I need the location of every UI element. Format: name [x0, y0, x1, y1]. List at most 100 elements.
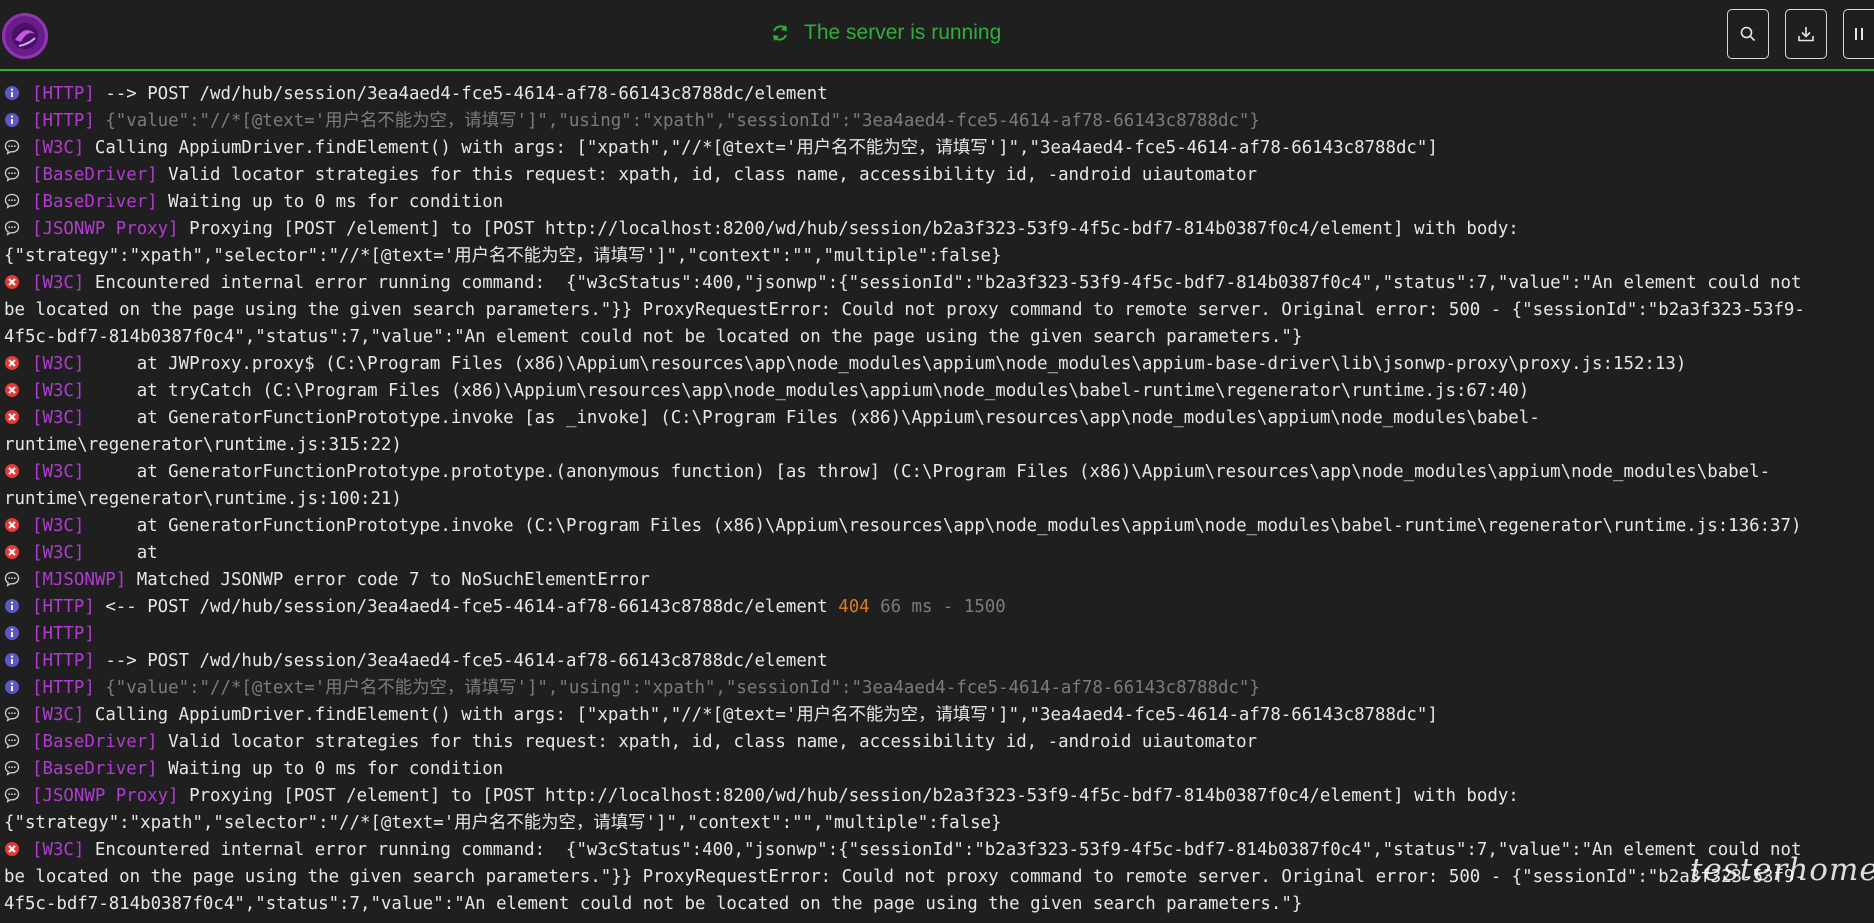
message-icon	[4, 193, 20, 209]
log-line: [HTTP]	[0, 621, 1874, 648]
info-icon	[5, 599, 19, 613]
log-tag: [HTTP]	[32, 84, 95, 104]
log-tag: [W3C]	[32, 138, 85, 158]
server-log: [HTTP] --> POST /wd/hub/session/3ea4aed4…	[0, 81, 1874, 923]
log-line: be located on the page using the given s…	[0, 297, 1874, 324]
log-message: at GeneratorFunctionPrototype.prototype.…	[94, 462, 1771, 482]
message-icon	[4, 760, 20, 776]
pause-button[interactable]	[1843, 9, 1874, 59]
log-line: [W3C] at tryCatch (C:\Program Files (x86…	[0, 378, 1874, 405]
log-message: Waiting up to 0 ms for condition	[168, 759, 504, 779]
log-line: [HTTP] --> POST /wd/hub/session/3ea4aed4…	[0, 81, 1874, 108]
search-logs-button[interactable]	[1727, 9, 1769, 59]
log-message: be located on the page using the given s…	[4, 300, 1805, 320]
log-line: [JSONWP Proxy] Proxying [POST /element] …	[0, 783, 1874, 810]
top-bar: The server is running	[0, 0, 1874, 71]
log-line: [JSONWP Proxy] Proxying [POST /element] …	[0, 216, 1874, 243]
log-message: runtime\regenerator\runtime.js:100:21)	[4, 489, 402, 509]
log-line: runtime\regenerator\runtime.js:100:21)	[0, 486, 1874, 513]
log-line: [HTTP] {"value":"//*[@text='用户名不能为空，请填写'…	[0, 675, 1874, 702]
log-message: Calling AppiumDriver.findElement() with …	[94, 138, 1438, 158]
log-line: [W3C] at GeneratorFunctionPrototype.prot…	[0, 459, 1874, 486]
log-message: Proxying [POST /element] to [POST http:/…	[189, 219, 1519, 239]
message-icon	[4, 166, 20, 182]
status-text: The server is running	[804, 21, 1002, 44]
log-line: {"strategy":"xpath","selector":"//*[@tex…	[0, 243, 1874, 270]
log-line: runtime\regenerator\runtime.js:315:22)	[0, 432, 1874, 459]
log-tag: [W3C]	[32, 462, 85, 482]
log-message: Valid locator strategies for this reques…	[168, 732, 1258, 752]
error-icon	[5, 275, 19, 289]
error-icon	[5, 410, 19, 424]
refresh-icon	[773, 25, 787, 41]
log-message: {"strategy":"xpath","selector":"//*[@tex…	[4, 246, 1002, 266]
log-message: --> POST /wd/hub/session/3ea4aed4-fce5-4…	[105, 84, 828, 104]
message-icon	[4, 787, 20, 803]
log-line: [W3C] at	[0, 540, 1874, 567]
log-line: 4f5c-bdf7-814b0387f0c4","status":7,"valu…	[0, 891, 1874, 918]
log-tag: [HTTP]	[32, 624, 95, 644]
message-icon	[4, 571, 20, 587]
log-message: at JWProxy.proxy$ (C:\Program Files (x86…	[94, 354, 1687, 374]
log-message: Encountered internal error running comma…	[94, 273, 1802, 293]
log-message: 4f5c-bdf7-814b0387f0c4","status":7,"valu…	[4, 327, 1303, 347]
download-icon	[1798, 27, 1814, 42]
message-icon	[4, 706, 20, 722]
message-icon	[4, 220, 20, 236]
log-tag: [W3C]	[32, 381, 85, 401]
log-message: at GeneratorFunctionPrototype.invoke [as…	[94, 408, 1540, 428]
log-line: [BaseDriver] Valid locator strategies fo…	[0, 729, 1874, 756]
watermark: testerhome.com	[1690, 852, 1874, 888]
log-line: {"strategy":"xpath","selector":"//*[@tex…	[0, 810, 1874, 837]
log-tag: [W3C]	[32, 273, 85, 293]
log-message: at tryCatch (C:\Program Files (x86)\Appi…	[94, 381, 1530, 401]
error-icon	[5, 545, 19, 559]
error-icon	[5, 383, 19, 397]
log-line: [W3C] Encountered internal error running…	[0, 837, 1874, 864]
log-message: Waiting up to 0 ms for condition	[168, 192, 504, 212]
log-message: at	[94, 543, 158, 563]
log-message: runtime\regenerator\runtime.js:315:22)	[4, 435, 402, 455]
log-line: 4f5c-bdf7-814b0387f0c4","status":7,"valu…	[0, 324, 1874, 351]
log-tag: [W3C]	[32, 840, 85, 860]
log-line: [W3C] Calling AppiumDriver.findElement()…	[0, 702, 1874, 729]
log-message: <-- POST /wd/hub/session/3ea4aed4-fce5-4…	[105, 597, 839, 617]
log-line: [HTTP] {"value":"//*[@text='用户名不能为空，请填写'…	[0, 108, 1874, 135]
log-tag: [BaseDriver]	[32, 165, 158, 185]
message-icon	[4, 733, 20, 749]
message-icon	[4, 139, 20, 155]
log-tag: [W3C]	[32, 516, 85, 536]
error-icon	[5, 356, 19, 370]
log-tag: [HTTP]	[32, 111, 95, 131]
log-tag: [HTTP]	[32, 678, 95, 698]
log-line: be located on the page using the given s…	[0, 864, 1874, 891]
error-icon	[5, 842, 19, 856]
log-tag: [W3C]	[32, 354, 85, 374]
pause-icon	[1855, 28, 1863, 40]
log-message: Matched JSONWP error code 7 to NoSuchEle…	[136, 570, 650, 590]
log-line: [BaseDriver] Valid locator strategies fo…	[0, 162, 1874, 189]
log-line: [HTTP] --> POST /wd/hub/session/3ea4aed4…	[0, 648, 1874, 675]
search-icon	[1740, 26, 1756, 42]
log-message: be located on the page using the given s…	[4, 867, 1805, 887]
log-tag: [W3C]	[32, 408, 85, 428]
log-message: at GeneratorFunctionPrototype.invoke (C:…	[94, 516, 1802, 536]
log-message: 4f5c-bdf7-814b0387f0c4","status":7,"valu…	[4, 894, 1303, 914]
log-tag: [W3C]	[32, 543, 85, 563]
log-message: {"strategy":"xpath","selector":"//*[@tex…	[4, 813, 1002, 833]
info-icon	[5, 680, 19, 694]
error-icon	[5, 518, 19, 532]
log-line: [W3C] at JWProxy.proxy$ (C:\Program File…	[0, 351, 1874, 378]
http-status-code: 404	[838, 597, 870, 617]
log-message: Valid locator strategies for this reques…	[168, 165, 1258, 185]
download-logs-button[interactable]	[1785, 9, 1827, 59]
log-tag: [BaseDriver]	[32, 759, 158, 779]
log-line: [BaseDriver] Waiting up to 0 ms for cond…	[0, 756, 1874, 783]
log-tag: [W3C]	[32, 705, 85, 725]
log-detail: {"value":"//*[@text='用户名不能为空，请填写']","usi…	[105, 678, 1260, 698]
info-icon	[5, 626, 19, 640]
log-line: [BaseDriver] Waiting up to 0 ms for cond…	[0, 189, 1874, 216]
server-status: The server is running	[770, 18, 1001, 48]
log-detail: 66 ms - 1500	[869, 597, 1006, 617]
info-icon	[5, 653, 19, 667]
